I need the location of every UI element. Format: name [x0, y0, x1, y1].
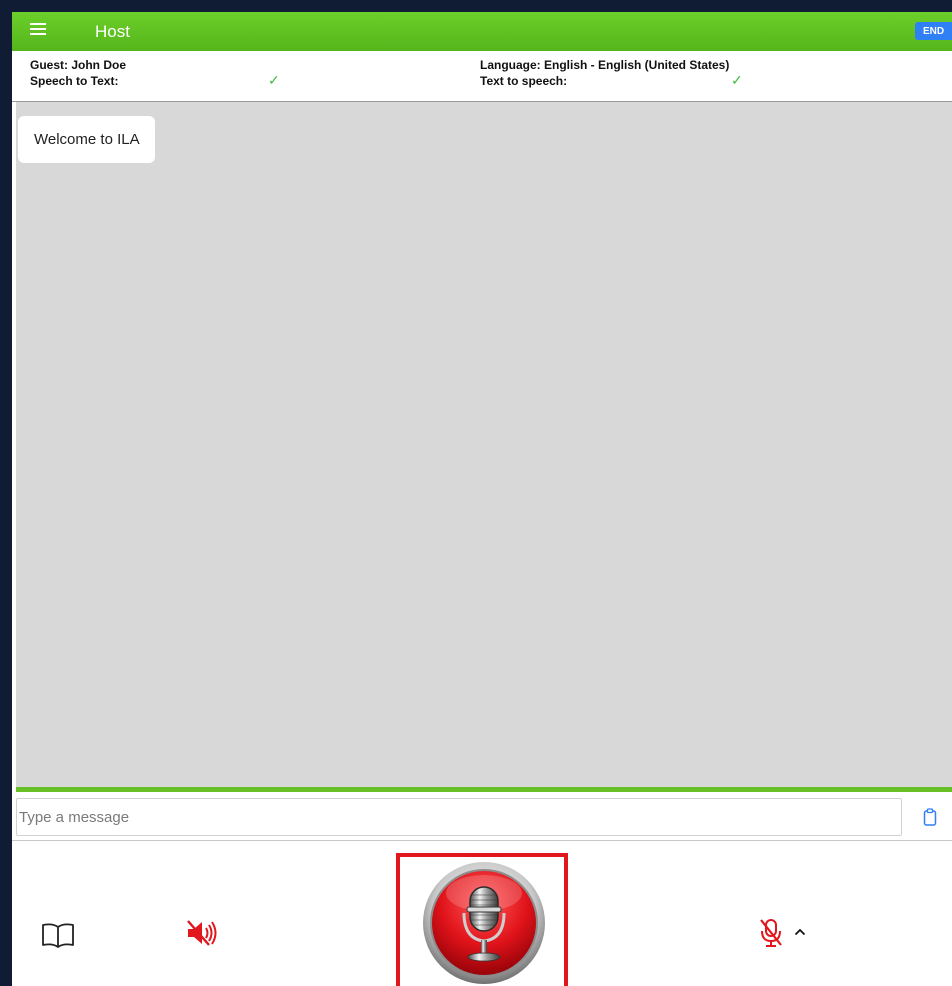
language-label: Language: English - English (United Stat… — [480, 58, 730, 72]
chevron-up-icon[interactable] — [794, 927, 806, 937]
end-button[interactable]: END — [915, 22, 952, 40]
top-app-bar: Host END — [12, 12, 952, 51]
divider — [16, 787, 952, 792]
message-bubble: Welcome to ILA — [18, 116, 155, 163]
speech-to-text-check-icon: ✓ — [268, 72, 280, 88]
microphone-record-button[interactable] — [422, 861, 546, 985]
session-info-bar: Guest: John Doe Speech to Text: ✓ Langua… — [12, 51, 952, 102]
hamburger-menu-icon[interactable] — [30, 23, 46, 37]
speech-to-text-label: Speech to Text: — [30, 74, 119, 88]
text-to-speech-label: Text to speech: — [480, 74, 568, 88]
chat-transcript-area[interactable]: Welcome to ILA — [16, 102, 952, 787]
app-window: Host END Guest: John Doe Speech to Text:… — [12, 12, 952, 986]
app-title: Host — [95, 22, 130, 41]
guest-label: Guest: John Doe — [30, 58, 127, 72]
microphone-off-icon[interactable] — [758, 917, 784, 949]
speaker-muted-icon[interactable] — [185, 918, 219, 948]
bottom-control-bar — [12, 840, 952, 986]
message-composer — [16, 798, 952, 838]
text-to-speech-check-icon: ✓ — [731, 72, 743, 88]
book-icon[interactable] — [41, 922, 75, 948]
message-input[interactable] — [16, 798, 902, 836]
clipboard-icon[interactable] — [923, 808, 937, 826]
